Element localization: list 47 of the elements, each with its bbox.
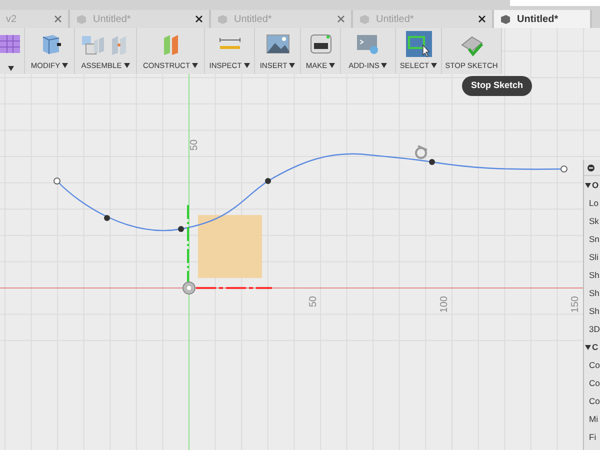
fit-point[interactable] — [265, 178, 271, 184]
panel-item[interactable]: Lo — [584, 194, 600, 212]
fit-point[interactable] — [429, 159, 435, 165]
close-icon[interactable] — [195, 15, 203, 23]
panel-section-header[interactable]: C — [584, 338, 600, 356]
tooltip: Stop Sketch — [462, 76, 532, 96]
panel-item[interactable]: Sh — [584, 266, 600, 284]
tab-label: Untitled* — [517, 12, 558, 26]
end-point[interactable] — [54, 178, 60, 184]
toolbar-button[interactable] — [0, 28, 25, 74]
disclosure-icon — [585, 182, 591, 188]
panel-item[interactable]: Co — [584, 356, 600, 374]
disclosure-icon — [585, 344, 591, 350]
panel-item[interactable]: Sli — [584, 248, 600, 266]
cube-icon — [217, 14, 228, 24]
origin-icon — [182, 282, 196, 294]
fit-point[interactable] — [104, 215, 110, 221]
collapse-icon — [587, 164, 595, 172]
panel-item[interactable]: 3D — [584, 320, 600, 338]
tab-label: Untitled* — [234, 12, 272, 26]
panel-item[interactable]: Mi — [584, 410, 600, 428]
document-tab[interactable]: Untitled* — [494, 10, 592, 28]
tab-label: v2 — [6, 12, 17, 26]
panel-item[interactable]: Fi — [584, 428, 600, 446]
tab-label: Untitled* — [376, 12, 414, 26]
panel-item[interactable]: Sn — [584, 230, 600, 248]
end-point[interactable] — [560, 166, 568, 172]
panel-item[interactable]: Sh — [584, 302, 600, 320]
panel-item[interactable]: Sh — [584, 284, 600, 302]
panel-item[interactable]: Co — [584, 392, 600, 410]
axis-label: 100 — [439, 296, 450, 313]
panel-item[interactable]: Sk — [584, 212, 600, 230]
axis-label: 150 — [570, 296, 581, 313]
sketch-profile — [198, 215, 262, 278]
section-title: O — [592, 178, 599, 192]
cursor-icon — [415, 145, 428, 159]
fit-point[interactable] — [178, 226, 184, 232]
axis-label: 50 — [189, 139, 200, 151]
section-title: C — [592, 340, 598, 354]
cube-icon — [359, 14, 370, 24]
close-icon[interactable] — [478, 15, 486, 23]
cube-icon — [500, 14, 511, 24]
cube-icon — [76, 14, 87, 24]
panel-item[interactable]: Co — [584, 374, 600, 392]
tab-label: Untitled* — [93, 12, 131, 26]
panel-section-header[interactable]: O — [584, 176, 600, 194]
axis-label: 50 — [308, 296, 319, 308]
